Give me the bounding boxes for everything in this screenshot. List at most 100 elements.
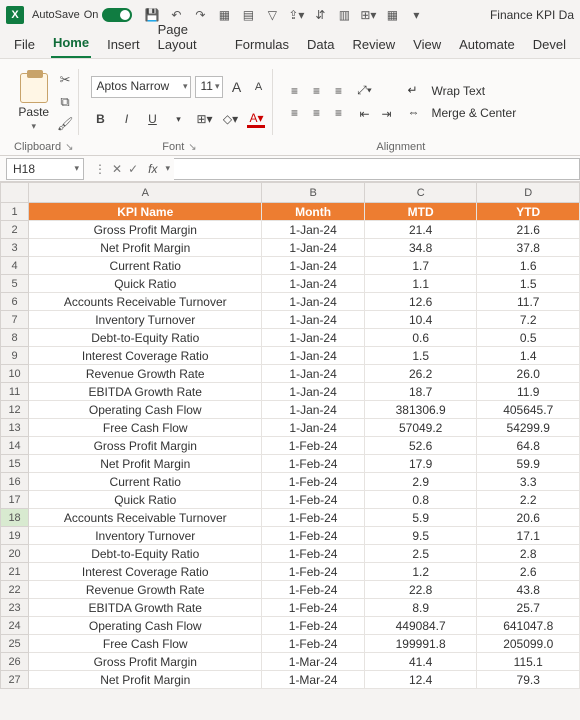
cell[interactable]: 1-Jan-24 <box>262 401 365 419</box>
cell[interactable]: 1-Jan-24 <box>262 347 365 365</box>
cell[interactable]: Quick Ratio <box>29 275 262 293</box>
spreadsheet-grid[interactable]: A B C D 1KPI NameMonthMTDYTD2Gross Profi… <box>0 182 580 689</box>
cell[interactable]: Gross Profit Margin <box>29 653 262 671</box>
cut-icon[interactable]: ✂ <box>57 72 73 88</box>
table-row[interactable]: 23EBITDA Growth Rate1-Feb-248.925.7 <box>1 599 580 617</box>
cell[interactable]: Interest Coverage Ratio <box>29 347 262 365</box>
align-top-icon[interactable]: ≡ <box>285 82 303 100</box>
table-row[interactable]: 6Accounts Receivable Turnover1-Jan-2412.… <box>1 293 580 311</box>
underline-button[interactable]: U <box>143 110 161 128</box>
cell[interactable]: Inventory Turnover <box>29 527 262 545</box>
table-row[interactable]: 14Gross Profit Margin1-Feb-2452.664.8 <box>1 437 580 455</box>
table-row[interactable]: 8Debt-to-Equity Ratio1-Jan-240.60.5 <box>1 329 580 347</box>
chevron-down-icon[interactable]: ▾ <box>31 121 36 132</box>
cell[interactable]: 54299.9 <box>477 419 580 437</box>
tab-home[interactable]: Home <box>51 31 91 58</box>
formula-menu-icon[interactable]: ⋮ <box>94 162 106 176</box>
table-row[interactable]: 11EBITDA Growth Rate1-Jan-2418.711.9 <box>1 383 580 401</box>
cell[interactable]: 25.7 <box>477 599 580 617</box>
tab-view[interactable]: View <box>411 33 443 58</box>
cell[interactable]: 26.0 <box>477 365 580 383</box>
header-cell[interactable]: YTD <box>477 203 580 221</box>
cell[interactable]: 1-Jan-24 <box>262 293 365 311</box>
decrease-indent-icon[interactable]: ⇤ <box>355 105 373 123</box>
cell[interactable]: 57049.2 <box>364 419 477 437</box>
cell[interactable]: 2.2 <box>477 491 580 509</box>
row-header[interactable]: 23 <box>1 599 29 617</box>
row-header[interactable]: 24 <box>1 617 29 635</box>
align-center-icon[interactable]: ≡ <box>307 104 325 122</box>
pivot-icon[interactable]: ▥ <box>336 7 352 23</box>
row-header[interactable]: 12 <box>1 401 29 419</box>
cell[interactable]: 5.9 <box>364 509 477 527</box>
cell[interactable]: 26.2 <box>364 365 477 383</box>
table-row[interactable]: 17Quick Ratio1-Feb-240.82.2 <box>1 491 580 509</box>
table-row[interactable]: 1KPI NameMonthMTDYTD <box>1 203 580 221</box>
cell[interactable]: 64.8 <box>477 437 580 455</box>
table-row[interactable]: 25Free Cash Flow1-Feb-24199991.8205099.0 <box>1 635 580 653</box>
wrap-text-button[interactable]: ↵ Wrap Text <box>407 83 516 99</box>
row-header[interactable]: 19 <box>1 527 29 545</box>
cell[interactable]: 1-Mar-24 <box>262 653 365 671</box>
cell[interactable]: 2.9 <box>364 473 477 491</box>
name-box[interactable]: H18 <box>6 158 84 180</box>
cell[interactable]: Inventory Turnover <box>29 311 262 329</box>
cell[interactable]: 37.8 <box>477 239 580 257</box>
cell[interactable]: 381306.9 <box>364 401 477 419</box>
fx-dropdown-icon[interactable]: ▾ <box>161 163 174 174</box>
share-icon[interactable]: ⇪▾ <box>288 7 304 23</box>
cell[interactable]: 1-Feb-24 <box>262 545 365 563</box>
col-header-d[interactable]: D <box>477 183 580 203</box>
borders-icon[interactable]: ⊞▾ <box>195 110 213 128</box>
cell[interactable]: 1-Feb-24 <box>262 563 365 581</box>
row-header[interactable]: 20 <box>1 545 29 563</box>
row-header[interactable]: 18 <box>1 509 29 527</box>
row-header[interactable]: 21 <box>1 563 29 581</box>
font-size-select[interactable]: 11 <box>195 76 223 98</box>
cell[interactable]: Operating Cash Flow <box>29 401 262 419</box>
underline-dropdown-icon[interactable]: ▾ <box>169 110 187 128</box>
cell[interactable]: 1-Jan-24 <box>262 365 365 383</box>
cell[interactable]: 17.1 <box>477 527 580 545</box>
cell[interactable]: 199991.8 <box>364 635 477 653</box>
cell[interactable]: 11.7 <box>477 293 580 311</box>
cell[interactable]: 0.6 <box>364 329 477 347</box>
table-row[interactable]: 16Current Ratio1-Feb-242.93.3 <box>1 473 580 491</box>
cell[interactable]: 1.7 <box>364 257 477 275</box>
row-header[interactable]: 25 <box>1 635 29 653</box>
cell[interactable]: 2.6 <box>477 563 580 581</box>
cell[interactable]: Free Cash Flow <box>29 419 262 437</box>
table-row[interactable]: 27Net Profit Margin1-Mar-2412.479.3 <box>1 671 580 689</box>
table-icon[interactable]: ▤ <box>240 7 256 23</box>
sort-icon[interactable]: ⇵ <box>312 7 328 23</box>
cell[interactable]: 1-Feb-24 <box>262 455 365 473</box>
orientation-icon[interactable]: ⤢▾ <box>355 81 373 99</box>
row-header[interactable]: 4 <box>1 257 29 275</box>
cell[interactable]: 1-Feb-24 <box>262 617 365 635</box>
table-row[interactable]: 26Gross Profit Margin1-Mar-2441.4115.1 <box>1 653 580 671</box>
cell[interactable]: 1-Jan-24 <box>262 311 365 329</box>
cell[interactable]: 10.4 <box>364 311 477 329</box>
cell[interactable]: 1-Feb-24 <box>262 635 365 653</box>
cell[interactable]: 18.7 <box>364 383 477 401</box>
col-header-b[interactable]: B <box>262 183 365 203</box>
cell[interactable]: 9.5 <box>364 527 477 545</box>
italic-button[interactable]: I <box>117 110 135 128</box>
cell[interactable]: Quick Ratio <box>29 491 262 509</box>
row-header[interactable]: 6 <box>1 293 29 311</box>
formula-bar[interactable] <box>174 158 580 180</box>
increase-indent-icon[interactable]: ⇥ <box>377 105 395 123</box>
cell[interactable]: 2.8 <box>477 545 580 563</box>
align-bottom-icon[interactable]: ≡ <box>329 82 347 100</box>
row-header[interactable]: 17 <box>1 491 29 509</box>
cell[interactable]: 0.5 <box>477 329 580 347</box>
cell[interactable]: Revenue Growth Rate <box>29 365 262 383</box>
row-header[interactable]: 15 <box>1 455 29 473</box>
cell[interactable]: 1-Jan-24 <box>262 221 365 239</box>
row-header[interactable]: 11 <box>1 383 29 401</box>
column-headers[interactable]: A B C D <box>1 183 580 203</box>
cell[interactable]: 1-Jan-24 <box>262 329 365 347</box>
row-header[interactable]: 26 <box>1 653 29 671</box>
table-row[interactable]: 5Quick Ratio1-Jan-241.11.5 <box>1 275 580 293</box>
merge-center-button[interactable]: ⇔ Merge & Center <box>407 105 516 121</box>
